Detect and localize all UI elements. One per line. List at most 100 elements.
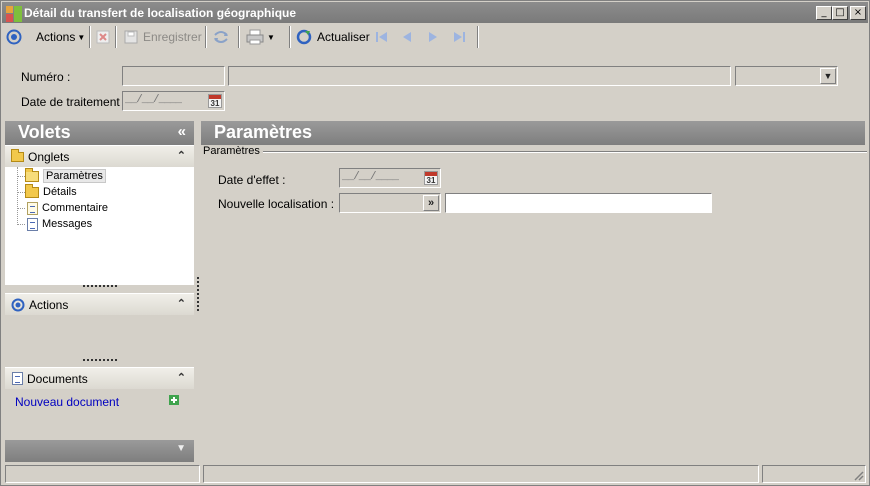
toolbar-separator (205, 26, 207, 48)
toolbar-separator (238, 26, 240, 48)
collapse-section-icon[interactable]: ⌃ (177, 149, 186, 162)
localisation-code-select[interactable]: » (339, 193, 441, 213)
tree-item-parametres[interactable]: Paramètres (25, 167, 106, 184)
tree-item-label: Commentaire (42, 202, 109, 214)
tree-item-commentaire[interactable]: Commentaire (25, 200, 108, 216)
document-icon (27, 217, 38, 231)
volets-title: Volets (18, 122, 71, 142)
tree-item-label: Messages (42, 218, 93, 230)
documents-section-title: Documents (27, 371, 88, 386)
actions-icon (6, 29, 22, 45)
splitter-grip[interactable] (83, 359, 117, 363)
maximize-button[interactable]: □ (832, 6, 848, 20)
tree-item-label: Paramètres (43, 169, 106, 183)
printer-icon (246, 29, 264, 45)
next-record-button[interactable] (426, 27, 440, 47)
sync-button[interactable] (212, 27, 230, 47)
calendar-icon[interactable]: 31 (424, 171, 438, 185)
save-label: Enregistrer (143, 30, 202, 44)
next-icon (429, 32, 437, 42)
date-traitement-label: Date de traitement : (21, 95, 127, 109)
add-icon[interactable] (169, 395, 179, 405)
localisation-description-field[interactable] (445, 193, 712, 213)
tree-item-messages[interactable]: Messages (25, 216, 92, 232)
onglets-tree: Paramètres Détails Commentaire Messages (5, 167, 194, 285)
tree-line (17, 176, 25, 177)
vertical-splitter[interactable] (197, 277, 199, 311)
last-record-button[interactable] (451, 27, 467, 47)
actions-section-title: Actions (29, 297, 69, 312)
close-button[interactable]: × (850, 6, 866, 20)
actions-section-header[interactable]: Actions ⌃ (5, 293, 194, 315)
previous-record-button[interactable] (400, 27, 414, 47)
status-select[interactable]: ▼ (735, 66, 838, 86)
date-traitement-value: __/__/____ (125, 94, 182, 106)
chevron-down-icon[interactable]: ▼ (176, 443, 186, 454)
toolbar-separator (477, 26, 479, 48)
tree-line (17, 192, 25, 193)
description-field[interactable] (228, 66, 731, 86)
refresh-button[interactable]: Actualiser (296, 27, 370, 47)
volets-header: Volets « (5, 121, 194, 145)
minimize-button[interactable]: _ (816, 6, 832, 20)
collapse-panel-icon[interactable]: « (178, 123, 186, 140)
folder-open-icon (25, 167, 39, 182)
new-document-link[interactable]: Nouveau document (15, 395, 119, 409)
date-effet-label: Date d'effet : (218, 173, 286, 187)
group-divider (263, 151, 867, 153)
calendar-icon[interactable]: 31 (208, 94, 222, 108)
nouvelle-localisation-label: Nouvelle localisation : (218, 197, 335, 211)
status-cell (762, 465, 866, 483)
chevron-down-icon[interactable]: ▼ (820, 68, 836, 84)
actions-icon (11, 298, 25, 311)
last-icon (454, 32, 465, 42)
first-record-button[interactable] (374, 27, 390, 47)
window-title: Détail du transfert de localisation géog… (24, 6, 297, 20)
tree-line (17, 224, 25, 225)
previous-icon (403, 32, 411, 42)
folder-icon (11, 148, 24, 162)
date-traitement-field[interactable]: __/__/____ 31 (122, 91, 225, 111)
numero-label: Numéro : (21, 70, 71, 84)
save-icon (124, 30, 138, 44)
app-icon (6, 6, 22, 22)
numero-field[interactable] (122, 66, 225, 86)
actions-label: Actions (36, 30, 76, 44)
onglets-section-header[interactable]: Onglets ⌃ (5, 145, 194, 167)
panel-footer: ▼ (5, 440, 194, 462)
main-header: Paramètres (201, 121, 865, 145)
tree-line (17, 208, 25, 209)
collapse-section-icon[interactable]: ⌃ (177, 297, 186, 310)
sync-icon (214, 31, 228, 43)
tree-item-label: Détails (43, 186, 77, 198)
refresh-icon (296, 29, 312, 45)
title-bar: Détail du transfert de localisation géog… (2, 2, 868, 23)
date-effet-value: __/__/____ (342, 171, 399, 183)
date-effet-field[interactable]: __/__/____ 31 (339, 168, 441, 188)
toolbar-separator (115, 26, 117, 48)
print-button[interactable]: ▼ (246, 27, 275, 47)
splitter-grip[interactable] (83, 285, 117, 289)
toolbar-separator (289, 26, 291, 48)
delete-button[interactable] (96, 27, 110, 47)
resize-grip-icon[interactable] (852, 469, 864, 481)
toolbar: Actions ▼ Enregistrer ▼ Actualiser (2, 24, 868, 50)
main-title: Paramètres (214, 122, 313, 142)
actions-menu-button[interactable]: Actions ▼ (6, 27, 85, 47)
document-icon (12, 372, 23, 385)
group-label: Paramètres (203, 145, 260, 157)
folder-icon (25, 183, 39, 198)
delete-icon (96, 30, 110, 44)
note-icon (27, 201, 38, 215)
documents-section-header[interactable]: Documents ⌃ (5, 367, 194, 389)
status-cell (5, 465, 200, 483)
status-cell (203, 465, 759, 483)
first-icon (376, 32, 387, 42)
collapse-section-icon[interactable]: ⌃ (177, 371, 186, 384)
onglets-title: Onglets (28, 149, 70, 164)
chevron-down-icon: ▼ (77, 32, 86, 42)
tree-item-details[interactable]: Détails (25, 183, 77, 200)
save-button[interactable]: Enregistrer (123, 27, 202, 47)
double-chevron-down-icon[interactable]: » (423, 195, 439, 211)
refresh-label: Actualiser (317, 30, 370, 44)
